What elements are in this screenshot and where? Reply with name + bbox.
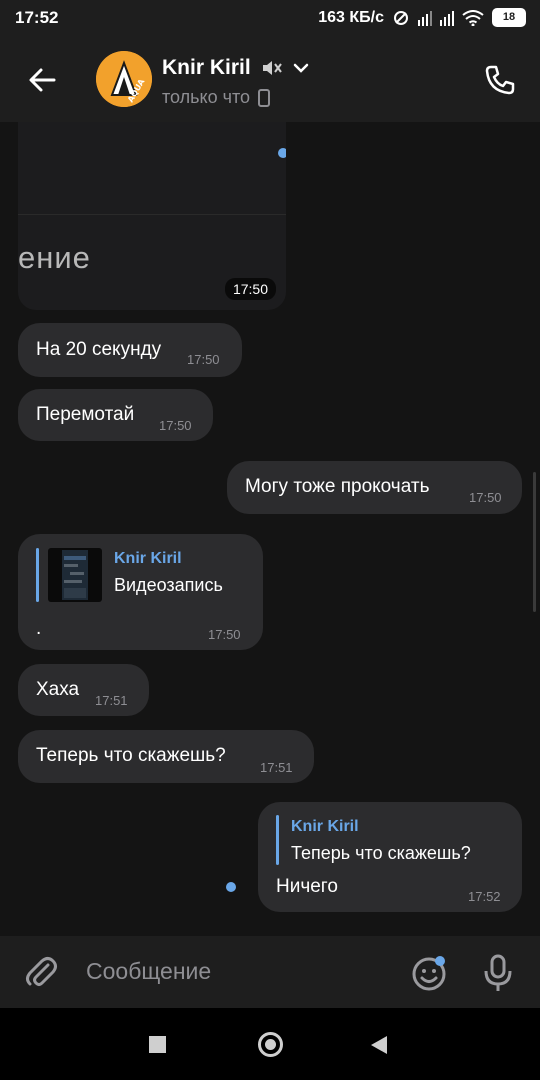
media-caption: ение	[18, 240, 91, 275]
status-indicators: 163 КБ/с 18	[318, 8, 526, 27]
attach-icon[interactable]	[22, 953, 60, 991]
message-text: Хаха	[36, 679, 80, 700]
muted-icon	[262, 61, 282, 75]
scrollbar[interactable]	[533, 472, 536, 612]
incoming-reply-message[interactable]: Knir Kiril Видеозапись . 17:50	[18, 534, 263, 650]
media-divider	[18, 214, 286, 215]
signal-icon	[418, 10, 432, 26]
reply-bar	[276, 815, 279, 865]
network-speed: 163 КБ/с	[318, 8, 384, 26]
mobile-device-icon	[258, 88, 271, 107]
video-thumbnail[interactable]	[48, 548, 102, 602]
incoming-message[interactable]: Перемотай 17:50	[18, 389, 213, 441]
message-text: Перемотай	[36, 404, 135, 425]
wifi-icon	[462, 9, 484, 26]
unread-indicator	[226, 882, 236, 892]
microphone-icon[interactable]	[481, 953, 515, 993]
chat-header: AQUA Knir Kiril только что	[0, 38, 540, 122]
message-text: Могу тоже прокочать	[245, 476, 430, 497]
message-input[interactable]: Сообщение	[86, 958, 211, 985]
home-button[interactable]	[258, 1032, 283, 1057]
message-text: Ничего	[276, 876, 338, 897]
title-row[interactable]: Knir Kiril	[162, 56, 309, 80]
alarm-icon	[394, 10, 408, 25]
message-time: 17:50	[159, 418, 192, 433]
message-time: 17:50	[208, 627, 241, 642]
chat-title: Knir Kiril	[162, 56, 251, 79]
chevron-down-icon[interactable]	[293, 62, 309, 74]
unread-dot	[278, 148, 286, 158]
reply-author: Knir Kiril	[114, 550, 182, 567]
incoming-message[interactable]: Теперь что скажешь? 17:51	[18, 730, 314, 783]
message-time: 17:50	[224, 278, 276, 300]
outgoing-reply-message[interactable]: Knir Kiril Теперь что скажешь? Ничего 17…	[258, 802, 522, 912]
message-text: .	[36, 618, 42, 639]
outgoing-message[interactable]: Могу тоже прокочать 17:50	[227, 461, 522, 514]
status-bar: 17:52 163 КБ/с 18	[0, 0, 540, 38]
system-navigation-bar	[0, 1008, 540, 1080]
reply-author: Knir Kiril	[291, 818, 359, 835]
message-time: 17:52	[468, 889, 501, 904]
avatar-logo-icon: AQUA	[96, 51, 152, 107]
message-time: 17:51	[260, 760, 293, 775]
last-seen-text: только что	[162, 87, 251, 107]
message-list[interactable]: ение 17:50 На 20 секунду 17:50 Перемотай…	[0, 122, 540, 936]
battery-icon: 18	[492, 8, 526, 27]
back-nav-icon[interactable]	[370, 1035, 388, 1055]
recents-button[interactable]	[149, 1036, 166, 1053]
message-time: 17:50	[187, 352, 220, 367]
reply-preview: Видеозапись	[114, 575, 223, 595]
reply-bar	[36, 548, 39, 602]
message-text: Теперь что скажешь?	[36, 745, 226, 766]
composer: Сообщение	[0, 936, 540, 1008]
emoji-icon[interactable]	[410, 954, 448, 992]
incoming-message[interactable]: Хаха 17:51	[18, 664, 149, 716]
status-time: 17:52	[15, 8, 59, 27]
chat-subtitle: только что	[162, 87, 271, 108]
media-message[interactable]: ение 17:50	[18, 122, 286, 310]
avatar[interactable]: AQUA	[96, 51, 152, 107]
incoming-message[interactable]: На 20 секунду 17:50	[18, 323, 242, 377]
back-arrow-icon[interactable]	[24, 62, 60, 98]
message-time: 17:51	[95, 693, 128, 708]
signal-icon-2	[440, 10, 454, 26]
message-text: На 20 секунду	[36, 339, 162, 360]
reply-preview: Теперь что скажешь?	[291, 843, 471, 863]
phone-call-icon[interactable]	[482, 62, 518, 98]
message-time: 17:50	[469, 490, 502, 505]
